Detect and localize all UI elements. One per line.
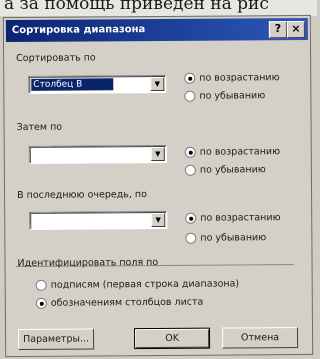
ok-button[interactable]: OK	[133, 327, 211, 350]
radio-indicator	[184, 146, 196, 158]
sort-by-combo[interactable]: Столбец B ▼	[28, 74, 167, 94]
radio-indicator	[35, 297, 47, 309]
radio-indicator	[184, 72, 196, 84]
dialog-title: Сортировка диапазона	[11, 24, 146, 37]
cancel-button[interactable]: Отмена	[221, 327, 299, 349]
identify-labels-text: подписям (первая строка диапазона)	[50, 278, 240, 291]
last-by-label: В последнюю очередь, по	[17, 189, 147, 201]
sort-by-ascending-radio[interactable]: по возрастанию	[184, 72, 280, 84]
page-background-text: а за помощь приведен на рис	[0, 0, 317, 16]
sort-by-label: Сортировать по	[16, 52, 96, 64]
radio-indicator	[184, 164, 196, 176]
last-by-descending-radio[interactable]: по убыванию	[185, 232, 266, 244]
then-by-descending-label: по убыванию	[199, 164, 266, 176]
sort-by-descending-radio[interactable]: по убыванию	[184, 90, 265, 102]
sort-range-dialog: Сортировка диапазона ? × Сортировать по …	[2, 14, 314, 358]
close-button[interactable]: ×	[286, 20, 305, 39]
last-by-combo[interactable]: ▼	[29, 210, 168, 230]
last-by-ascending-radio[interactable]: по возрастанию	[185, 212, 281, 224]
radio-indicator	[35, 279, 47, 291]
params-button[interactable]: Параметры...	[17, 328, 95, 350]
title-bar: Сортировка диапазона ? ×	[5, 17, 308, 43]
identify-labels-radio[interactable]: подписям (первая строка диапазона)	[35, 278, 240, 291]
identify-label: Идентифицировать поля по	[17, 257, 159, 269]
then-by-descending-radio[interactable]: по убыванию	[184, 164, 266, 176]
then-by-combo[interactable]: ▼	[28, 144, 167, 164]
sort-by-descending-label: по убыванию	[199, 90, 266, 102]
last-by-ascending-label: по возрастанию	[200, 212, 281, 224]
then-by-label: Затем по	[16, 121, 63, 133]
radio-indicator	[184, 90, 196, 102]
help-button[interactable]: ?	[268, 21, 287, 39]
chevron-down-icon[interactable]: ▼	[151, 212, 166, 228]
chevron-down-icon[interactable]: ▼	[150, 76, 165, 92]
sort-by-ascending-label: по возрастанию	[199, 72, 280, 84]
radio-indicator	[185, 212, 197, 224]
sort-by-value: Столбец B	[31, 78, 114, 91]
identify-columns-radio[interactable]: обозначениям столбцов листа	[35, 296, 204, 309]
last-by-descending-label: по убыванию	[200, 232, 267, 244]
then-by-ascending-label: по возрастанию	[199, 146, 281, 158]
identify-columns-text: обозначениям столбцов листа	[50, 296, 204, 309]
radio-indicator	[185, 232, 197, 244]
then-by-ascending-radio[interactable]: по возрастанию	[184, 146, 281, 158]
chevron-down-icon[interactable]: ▼	[150, 146, 165, 162]
